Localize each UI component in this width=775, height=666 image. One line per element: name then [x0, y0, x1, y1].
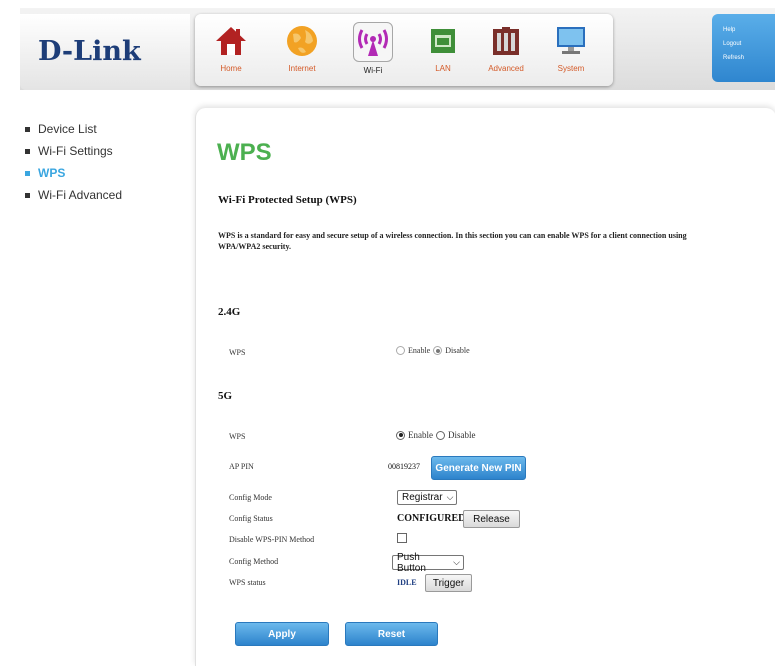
- nav-advanced-label: Advanced: [488, 64, 524, 73]
- sidebar-item-wifi-advanced[interactable]: Wi-Fi Advanced: [24, 186, 194, 208]
- nav-advanced[interactable]: Advanced: [478, 20, 534, 84]
- band-24g-title: 2.4G: [218, 306, 241, 318]
- nav-system-label: System: [557, 64, 585, 73]
- reset-button[interactable]: Reset: [345, 622, 438, 646]
- nav-lan-label: LAN: [435, 64, 451, 73]
- band-24g-enable-radio[interactable]: [396, 346, 405, 355]
- band-5g-wps-radio-group: Enable Disable: [396, 430, 476, 440]
- config-status-value: CONFIGURED: [397, 513, 466, 524]
- sidebar: Device List Wi-Fi Settings WPS Wi-Fi Adv…: [24, 120, 194, 208]
- nav-home-label: Home: [220, 64, 242, 73]
- config-mode-label: Config Mode: [229, 493, 272, 502]
- config-status-label: Config Status: [229, 514, 273, 523]
- lan-icon: [424, 22, 462, 60]
- nav-wifi-label: Wi-Fi: [363, 66, 383, 75]
- tools-icon: [487, 22, 525, 60]
- config-mode-value: Registrar: [402, 492, 443, 503]
- disable-wps-pin-checkbox[interactable]: [397, 533, 407, 543]
- content-panel: [195, 108, 775, 666]
- chevron-down-icon: ⌵: [446, 492, 454, 502]
- refresh-link[interactable]: Refresh: [723, 51, 775, 65]
- nav-internet[interactable]: Internet: [274, 20, 330, 84]
- nav-wifi[interactable]: Wi-Fi: [345, 20, 401, 84]
- config-method-select[interactable]: Push Button ⌵: [392, 552, 464, 574]
- band-24g-enable-label: Enable: [408, 346, 431, 355]
- disable-wps-pin-label: Disable WPS-PIN Method: [229, 535, 315, 544]
- wifi-icon: [353, 22, 393, 62]
- wps-status-label: WPS status: [229, 578, 266, 587]
- sidebar-item-wifi-settings[interactable]: Wi-Fi Settings: [24, 142, 194, 164]
- release-button[interactable]: Release: [463, 510, 520, 528]
- nav-internet-label: Internet: [288, 64, 316, 73]
- config-mode-select[interactable]: Registrar ⌵: [397, 490, 457, 505]
- help-link[interactable]: Help: [723, 23, 775, 37]
- section-title: Wi-Fi Protected Setup (WPS): [218, 194, 357, 206]
- sidebar-item-wps[interactable]: WPS: [24, 164, 194, 186]
- dlink-logo: D-Link: [38, 36, 141, 67]
- config-method-label: Config Method: [229, 557, 279, 566]
- nav-lan[interactable]: LAN: [415, 20, 471, 84]
- wps-status-value: IDLE: [397, 578, 417, 587]
- logout-link[interactable]: Logout: [723, 37, 775, 51]
- chevron-down-icon: ⌵: [453, 557, 460, 567]
- band-5g-title: 5G: [218, 390, 233, 402]
- band-24g-wps-label: WPS: [229, 348, 246, 357]
- ap-pin-value: 00819237: [388, 462, 420, 471]
- config-method-value: Push Button: [397, 551, 426, 574]
- section-description: WPS is a standard for easy and secure se…: [218, 231, 687, 251]
- utility-panel: Help Logout Refresh: [712, 14, 775, 82]
- page-title: WPS: [217, 139, 272, 166]
- trigger-button[interactable]: Trigger: [425, 574, 472, 592]
- home-icon: [212, 22, 250, 60]
- apply-button[interactable]: Apply: [235, 622, 329, 646]
- band-5g-disable-label: Disable: [448, 430, 476, 440]
- band-5g-enable-label: Enable: [408, 430, 433, 440]
- band-24g-wps-radio-group: Enable Disable: [396, 346, 470, 355]
- monitor-icon: [552, 22, 590, 60]
- band-24g-disable-radio[interactable]: [433, 346, 443, 355]
- band-24g-disable-label: Disable: [445, 346, 470, 355]
- nav-home[interactable]: Home: [203, 20, 259, 84]
- nav-system[interactable]: System: [543, 20, 599, 84]
- band-5g-enable-radio[interactable]: [396, 430, 405, 440]
- globe-icon: [283, 22, 321, 60]
- ap-pin-label: AP PIN: [229, 462, 254, 471]
- band-5g-wps-label: WPS: [229, 432, 246, 441]
- generate-new-pin-button[interactable]: Generate New PIN: [431, 456, 526, 480]
- main-nav: Home Internet Wi-Fi LAN Advanced System: [195, 14, 613, 86]
- band-5g-disable-radio[interactable]: [436, 430, 445, 440]
- sidebar-item-device-list[interactable]: Device List: [24, 120, 194, 142]
